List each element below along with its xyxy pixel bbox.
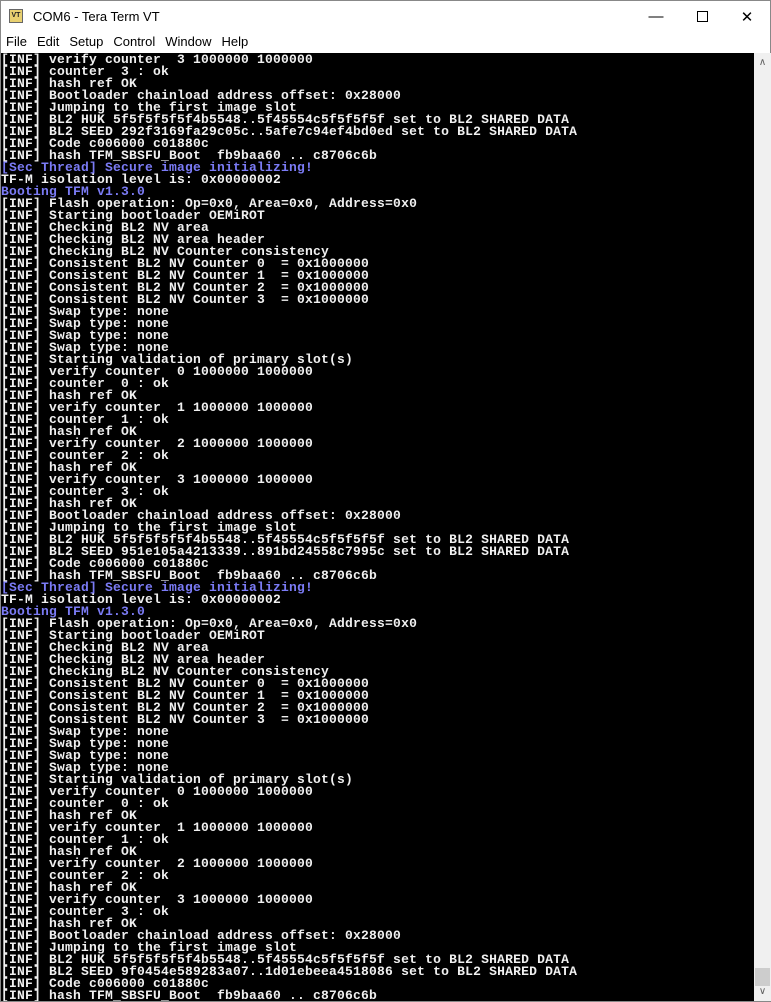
tera-term-app-icon[interactable]: VT [9,9,23,23]
menu-edit[interactable]: Edit [32,32,64,52]
close-button[interactable]: ✕ [724,1,770,32]
terminal-output[interactable]: [INF] verify counter 3 1000000 1000000 [I… [1,53,754,1001]
menu-window[interactable]: Window [160,32,216,52]
close-icon: ✕ [740,8,754,26]
tera-term-window: VT COM6 - Tera Term VT — ✕ File Edit Set… [0,0,771,1002]
terminal-line: [INF] hash TFM_SBSFU_Boot fb9baa60 .. c8… [1,988,378,1001]
title-bar[interactable]: VT COM6 - Tera Term VT — ✕ [1,1,770,32]
menu-file[interactable]: File [1,32,32,52]
scrollbar-thumb[interactable] [755,968,770,986]
menu-help[interactable]: Help [217,32,254,52]
window-title: COM6 - Tera Term VT [33,9,160,24]
scroll-up-arrow-icon[interactable]: ∧ [754,57,771,68]
maximize-button[interactable] [679,1,725,32]
minimize-icon: — [648,8,664,25]
minimize-button[interactable]: — [633,1,679,32]
menu-bar: File Edit Setup Control Window Help [1,32,770,52]
maximize-icon [696,11,708,22]
menu-control[interactable]: Control [108,32,160,52]
menu-setup[interactable]: Setup [64,32,108,52]
scroll-down-arrow-icon[interactable]: ∨ [754,986,771,997]
vertical-scrollbar[interactable]: ∧ ∨ [754,53,771,1001]
